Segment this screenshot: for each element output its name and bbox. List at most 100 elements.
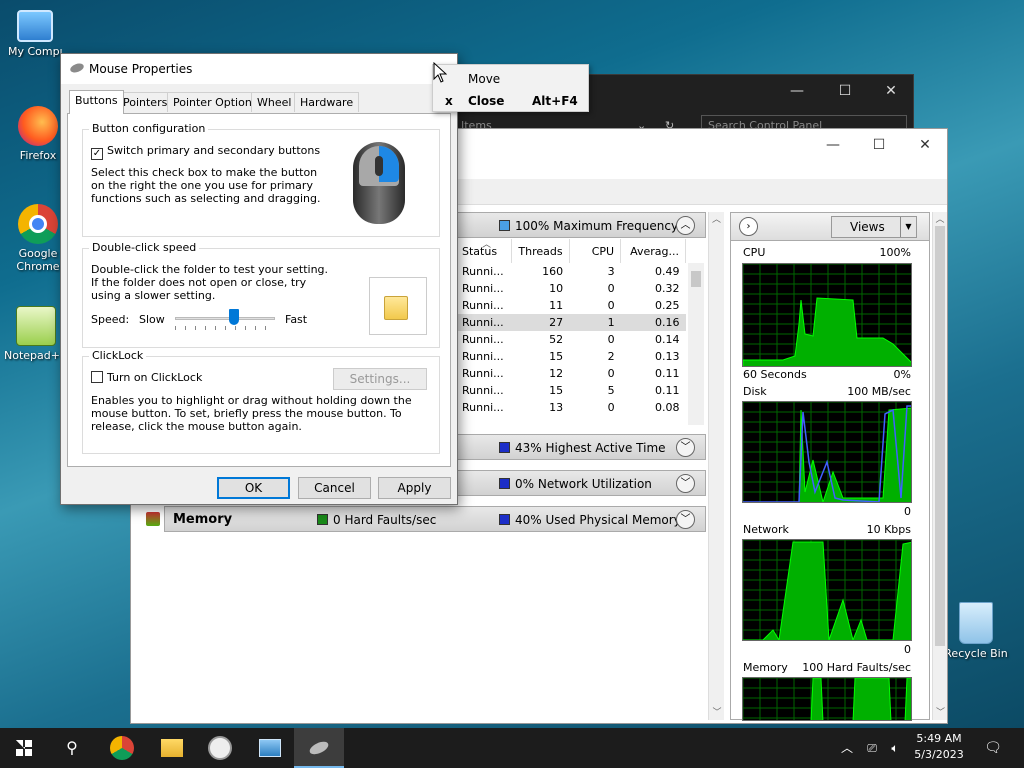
network-graph-min: 0	[904, 643, 911, 656]
maximize-button[interactable]: ☐	[823, 79, 867, 103]
buttons-tab-panel: Button configuration ✓ Switch primary and…	[67, 113, 451, 467]
table-row[interactable]: Runni... 27 1 0.16	[456, 314, 686, 331]
table-row[interactable]: Runni... 52 0 0.14	[456, 331, 686, 348]
switch-buttons-label: Switch primary and secondary buttons	[107, 144, 321, 157]
main-vertical-scrollbar[interactable]: ︿ ﹀	[708, 212, 724, 720]
column-cpu[interactable]: CPU	[569, 239, 622, 263]
graph-panel: › Views ▼ CPU 100% 60 Seconds 0% Disk 10…	[730, 212, 930, 721]
switch-buttons-checkbox-row[interactable]: ✓ Switch primary and secondary buttons	[91, 144, 320, 160]
disk-active-swatch	[499, 442, 510, 453]
start-button[interactable]	[0, 728, 48, 768]
desktop-icon-label: Recycle Bin	[944, 647, 1008, 660]
minimize-button[interactable]: —	[775, 79, 819, 103]
slider-thumb[interactable]	[229, 309, 239, 325]
apply-button[interactable]: Apply	[378, 477, 451, 499]
taskbar-file-explorer[interactable]	[148, 728, 196, 768]
table-row[interactable]: Runni... 160 3 0.49	[456, 263, 686, 280]
cell-avg: 0.16	[620, 314, 686, 331]
tab-pointer-options[interactable]: Pointer Options	[167, 92, 264, 112]
table-row[interactable]: Runni... 15 2 0.13	[456, 348, 686, 365]
memory-section-header[interactable]: Memory 0 Hard Faults/sec 40% Used Physic…	[164, 506, 706, 532]
show-hidden-icons-button[interactable]: ︿	[836, 728, 858, 768]
column-average[interactable]: Averag...	[620, 239, 686, 263]
scroll-down-icon[interactable]: ﹀	[933, 705, 948, 718]
table-row[interactable]: Runni... 13 0 0.08	[456, 399, 686, 416]
mouse-image-icon	[353, 142, 405, 224]
cell-avg: 0.11	[655, 384, 680, 397]
tab-buttons[interactable]: Buttons	[69, 90, 124, 114]
taskbar-chrome[interactable]	[98, 728, 146, 768]
scrollbar-thumb[interactable]	[691, 271, 701, 287]
table-row[interactable]: Runni... 15 5 0.11	[456, 382, 686, 399]
expand-icon[interactable]: ﹀	[676, 510, 695, 529]
collapse-icon[interactable]: ︿	[676, 216, 695, 235]
desktop-icon-notepadpp[interactable]: Notepad++	[4, 306, 69, 362]
cell-avg: 0.32	[655, 282, 680, 295]
memory-title: Memory	[173, 512, 233, 527]
network-graph	[742, 539, 912, 641]
clicklock-checkbox[interactable]	[91, 371, 103, 383]
cell-cpu: 0	[607, 333, 615, 346]
menu-item-move[interactable]: Move	[433, 68, 588, 90]
process-table: Status Threads CPU Averag... Runni... 160…	[456, 239, 686, 416]
network-graph-svg	[743, 540, 911, 640]
close-button[interactable]: ✕	[903, 133, 947, 157]
memory-graph	[742, 677, 912, 721]
sort-arrow-icon: ︿	[482, 240, 492, 250]
graph-scrollbar[interactable]: ︿ ﹀	[932, 212, 947, 720]
table-row[interactable]: Runni... 12 0 0.11	[456, 365, 686, 382]
clock[interactable]: 5:49 AM 5/3/2023	[906, 731, 972, 763]
dialog-titlebar[interactable]: Mouse Properties	[61, 54, 457, 84]
hard-faults-swatch	[317, 514, 328, 525]
mouse-cursor-icon	[433, 62, 447, 83]
scroll-up-icon[interactable]: ︿	[933, 212, 947, 225]
table-row[interactable]: Runni... 10 0 0.32	[456, 280, 686, 297]
close-button[interactable]: ✕	[869, 79, 913, 103]
tab-pointers[interactable]: Pointers	[117, 92, 174, 112]
expand-icon[interactable]: ﹀	[676, 474, 695, 493]
clicklock-checkbox-row[interactable]: Turn on ClickLock	[91, 371, 202, 384]
taskbar-control-panel[interactable]	[246, 728, 294, 768]
network-util-swatch	[499, 478, 510, 489]
cell-threads: 12	[549, 367, 564, 380]
double-click-speed-slider[interactable]	[175, 309, 275, 331]
mouse-properties-dialog[interactable]: Mouse Properties Buttons Pointers Pointe…	[60, 53, 458, 505]
clicklock-settings-button[interactable]: Settings...	[333, 368, 427, 390]
tab-hardware[interactable]: Hardware	[294, 92, 360, 112]
desktop-icon-chrome[interactable]: Google Chrome	[8, 204, 68, 273]
computer-icon	[17, 10, 53, 42]
tab-wheel[interactable]: Wheel	[251, 92, 298, 112]
column-threads[interactable]: Threads	[511, 239, 570, 263]
physical-memory-swatch	[499, 514, 510, 525]
network-tray-icon[interactable]: ⎚	[860, 728, 884, 768]
chrome-icon	[18, 204, 58, 244]
menu-item-shortcut: Alt+F4	[532, 94, 578, 108]
scrollbar-thumb[interactable]	[935, 226, 945, 646]
expand-pane-icon[interactable]: ›	[739, 217, 758, 236]
cancel-button[interactable]: Cancel	[298, 477, 371, 499]
volume-tray-icon[interactable]: 🔈︎	[884, 728, 906, 768]
button-configuration-group: Button configuration ✓ Switch primary and…	[82, 122, 440, 237]
menu-item-close[interactable]: x Close Alt+F4	[433, 90, 588, 112]
ok-button[interactable]: OK	[217, 477, 290, 499]
expand-icon[interactable]: ﹀	[676, 438, 695, 457]
vertical-scrollbar[interactable]	[688, 263, 704, 425]
taskbar-mouse-properties[interactable]	[294, 728, 344, 768]
desktop-icon-my-computer[interactable]: My Computer	[8, 10, 62, 58]
desktop-icon-firefox[interactable]: Firefox	[8, 106, 68, 162]
maximize-button[interactable]: ☐	[857, 133, 901, 157]
search-button[interactable]: ⚲	[48, 728, 96, 768]
scroll-up-icon[interactable]: ︿	[709, 212, 724, 225]
cell-avg: 0.25	[655, 299, 680, 312]
table-row[interactable]: Runni... 11 0 0.25	[456, 297, 686, 314]
test-folder-area[interactable]	[369, 277, 427, 335]
minimize-button[interactable]: —	[811, 133, 855, 157]
scroll-down-icon[interactable]: ﹀	[709, 705, 725, 718]
cell-cpu: 0	[607, 401, 615, 414]
views-dropdown[interactable]: Views ▼	[831, 216, 917, 238]
taskbar-app-compass[interactable]	[196, 728, 244, 768]
switch-buttons-checkbox[interactable]: ✓	[91, 148, 103, 160]
chevron-up-icon: ︿	[840, 741, 853, 755]
notifications-button[interactable]: 🗨︎	[978, 728, 1008, 768]
desktop-icon-recycle-bin[interactable]: Recycle Bin	[944, 602, 1008, 660]
